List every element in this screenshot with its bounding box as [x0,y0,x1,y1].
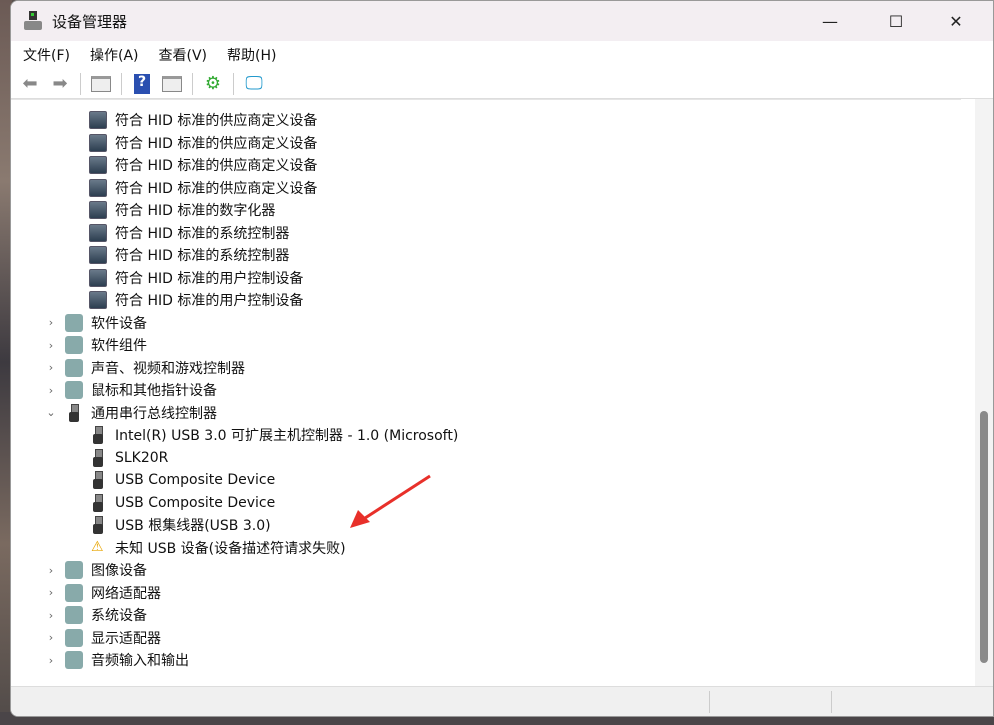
annotation-arrow [350,474,431,528]
